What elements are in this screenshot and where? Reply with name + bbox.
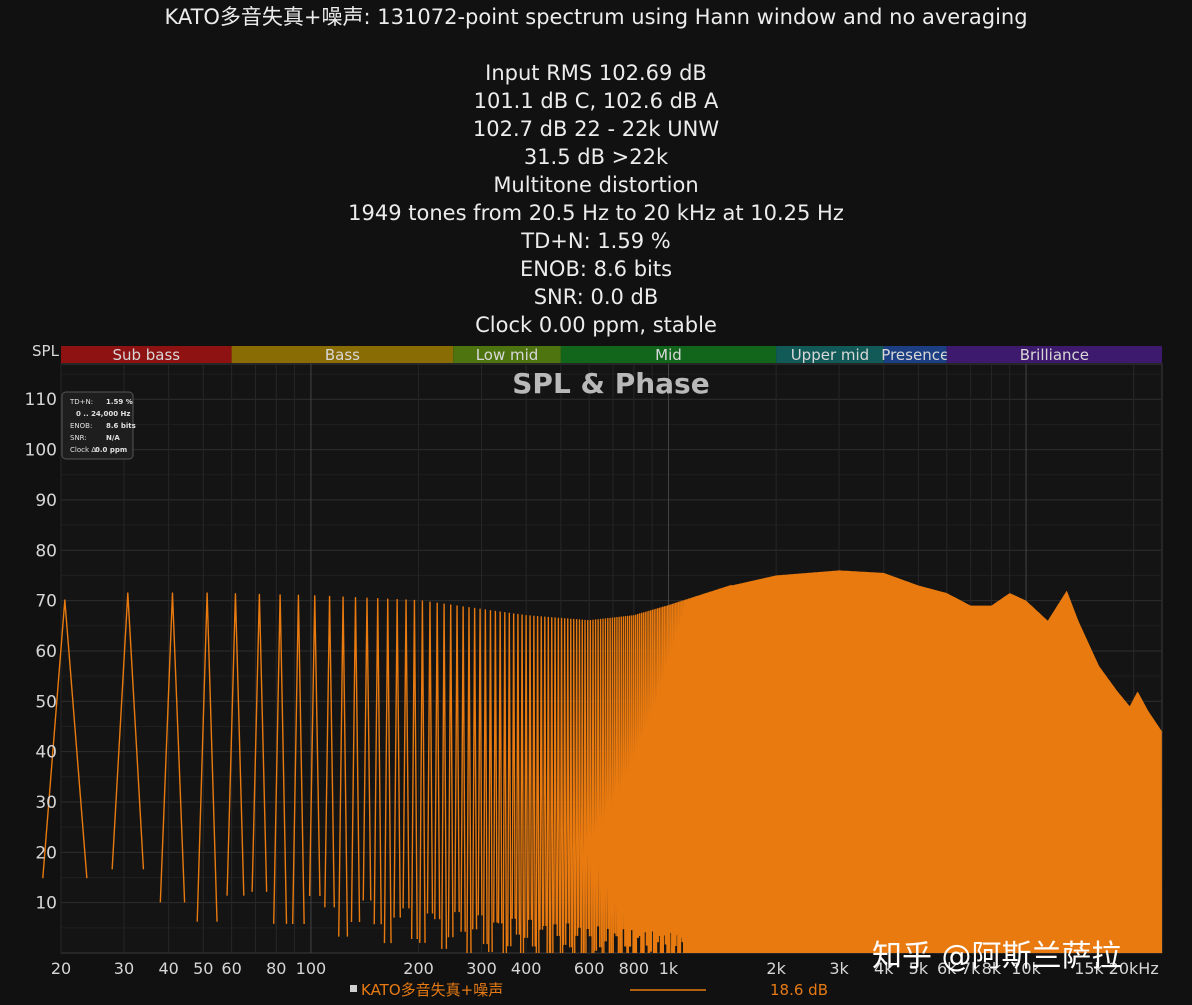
x-tick-label: 600 [574,959,605,978]
x-tick-label: 800 [619,959,650,978]
inset-label: ENOB: [70,422,92,430]
band-label: Brilliance [1020,346,1089,364]
x-tick-label: 2k [766,959,786,978]
band-label: Mid [655,346,682,364]
x-tick-label: 60 [221,959,241,978]
x-tick-label: 1k [659,959,679,978]
inset-value: 1.59 % [106,398,133,406]
y-tick-label: 80 [35,541,57,561]
y-tick-label: 70 [35,592,57,612]
y-tick-label: 60 [35,642,57,662]
x-tick-label: 40 [158,959,178,978]
x-tick-label: 30 [114,959,134,978]
page-root: KATO多音失真+噪声: 131072-point spectrum using… [0,0,1192,1005]
inset-value: 0 .. 24,000 Hz [76,410,130,418]
x-tick-label: 300 [466,959,497,978]
x-tick-label: 400 [511,959,542,978]
band-label: Sub bass [112,346,180,364]
inset-value: 8.6 bits [106,422,136,430]
x-tick-label: 100 [296,959,327,978]
legend[interactable]: KATO多音失真+噪声 18.6 dB [350,981,828,999]
inset-value: N/A [106,434,120,442]
y-tick-label: 30 [35,793,57,813]
inset-value: 0.0 ppm [95,446,127,454]
x-tick-label: 80 [266,959,286,978]
band-label: Low mid [476,346,539,364]
inset-label: SNR: [70,434,87,442]
legend-checkbox[interactable] [350,985,357,992]
band-label: Presence [881,346,949,364]
legend-value: 18.6 dB [770,981,828,999]
y-axis: 10 20 30 40 50 60 70 80 90 100 110 [25,390,57,913]
x-tick-label: 3k [829,959,849,978]
band-label: Bass [325,346,360,364]
frequency-bands: Sub bass Bass Low mid Mid Upper mid Presence B… [61,346,1162,364]
x-tick-label: 20 [51,959,71,978]
y-tick-label: 40 [35,743,57,763]
inset-label: TD+N: [69,398,93,406]
x-tick-label: 50 [193,959,213,978]
stats-inset: TD+N: 1.59 % 0 .. 24,000 Hz ENOB: 8.6 bits SN… [61,391,136,460]
spl-chart: Sub bass Bass Low mid Mid Upper mid Presence B… [25,342,1163,999]
y-tick-label: 110 [25,390,57,410]
y-tick-label: 50 [35,692,57,712]
y-tick-label: 100 [25,441,57,461]
y-tick-label: 20 [35,843,57,863]
y-tick-label: 10 [35,894,57,914]
band-label: Upper mid [791,346,870,364]
y-axis-label: SPL [32,342,60,360]
x-tick-label: 200 [403,959,434,978]
y-tick-label: 90 [35,491,57,511]
plot-title: SPL & Phase [512,367,709,400]
legend-series-name: KATO多音失真+噪声 [361,981,503,999]
watermark: 知乎 @阿斯兰萨拉 [872,939,1122,974]
